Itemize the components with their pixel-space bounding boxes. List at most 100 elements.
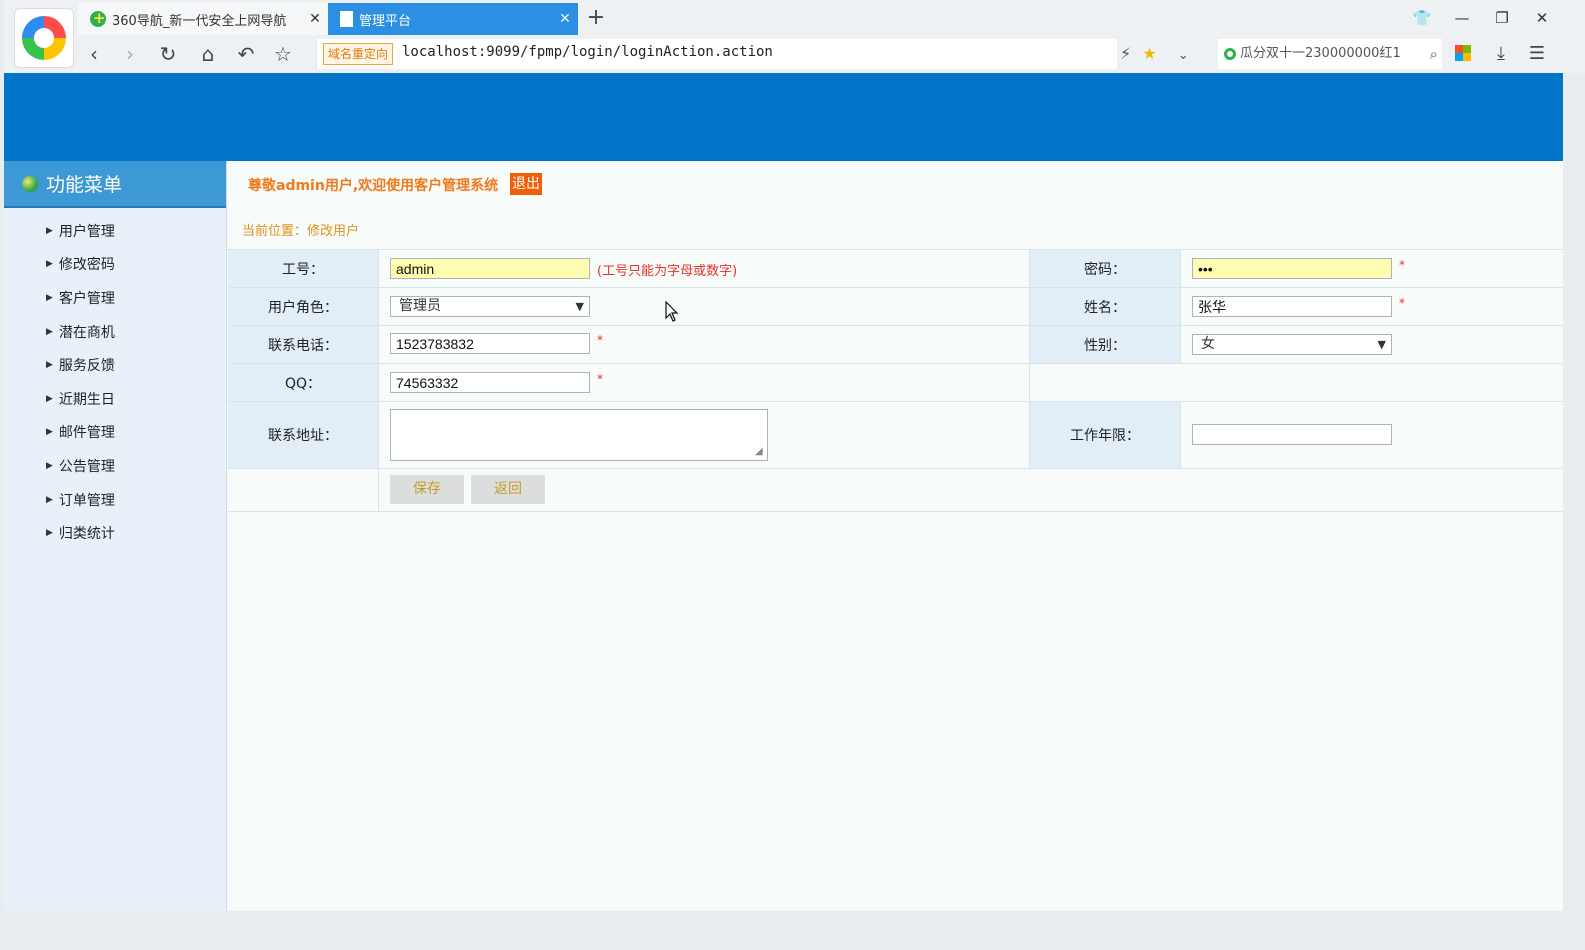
- required-mark: *: [597, 333, 603, 347]
- triangle-right-icon: ▶: [46, 292, 53, 303]
- address-textarea[interactable]: [390, 409, 768, 461]
- address-icons: ⚡ ★ ⌄: [1120, 39, 1189, 69]
- sidebar-item-announcements[interactable]: ▶ 公告管理: [4, 449, 226, 483]
- download-icon[interactable]: ⤓: [1486, 39, 1516, 69]
- password-input[interactable]: [1192, 258, 1392, 279]
- search-icon[interactable]: ⌕: [1430, 39, 1438, 69]
- menu-gem-icon: [22, 175, 38, 192]
- sidebar-item-customer-management[interactable]: ▶ 客户管理: [4, 281, 226, 315]
- address-bar[interactable]: 域名重定向 localhost:9099/fpmp/login/loginAct…: [316, 39, 1117, 69]
- favorite-star-icon[interactable]: ☆: [269, 39, 297, 69]
- sidebar: 功能菜单 ▶ 用户管理 ▶ 修改密码 ▶ 客户管理 ▶ 潜在商机 ▶ 服务反馈 ▶ 近期生日…: [4, 161, 227, 911]
- home-icon[interactable]: ⌂: [194, 39, 222, 69]
- url-text[interactable]: localhost:9099/fpmp/login/loginAction.ac…: [402, 44, 773, 60]
- triangle-right-icon: ▶: [46, 494, 53, 505]
- form-row: QQ： *: [228, 364, 1563, 402]
- required-mark: *: [1399, 258, 1405, 272]
- empty-cell: [1030, 364, 1563, 401]
- sidebar-item-label[interactable]: 客户管理: [59, 288, 115, 308]
- redirect-badge[interactable]: 域名重定向: [323, 43, 394, 65]
- search-box[interactable]: 瓜分双十一230000000红1 ⌕: [1218, 39, 1442, 69]
- skin-shirt-icon[interactable]: 👕: [1407, 6, 1437, 30]
- tab-admin-platform[interactable]: 管理平台 ✕: [328, 3, 578, 35]
- logout-button[interactable]: 退出: [510, 173, 542, 195]
- gender-label: 性别：: [1030, 326, 1181, 363]
- gender-select[interactable]: 女 ▼: [1192, 334, 1392, 355]
- sidebar-item-label[interactable]: 服务反馈: [59, 355, 115, 375]
- apps-icon[interactable]: [1448, 39, 1478, 69]
- tab-close-icon[interactable]: ✕: [552, 11, 578, 27]
- phone-cell: *: [379, 326, 1030, 363]
- lightning-icon[interactable]: ⚡: [1120, 44, 1131, 63]
- sidebar-item-label[interactable]: 公告管理: [59, 456, 115, 476]
- forward-icon[interactable]: ›: [116, 39, 144, 69]
- employee-id-input[interactable]: [390, 258, 590, 279]
- browser-logo-icon[interactable]: [14, 8, 74, 68]
- bookmark-star-icon[interactable]: ★: [1142, 44, 1156, 63]
- sidebar-item-label[interactable]: 邮件管理: [59, 422, 115, 442]
- resize-grip-icon[interactable]: ◢: [755, 446, 763, 457]
- role-select[interactable]: 管理员 ▼: [390, 296, 590, 317]
- sidebar-item-label[interactable]: 用户管理: [59, 221, 115, 241]
- dropdown-arrow-icon: ▼: [1377, 338, 1386, 351]
- gender-selected-value: 女: [1201, 336, 1215, 352]
- required-mark: *: [1399, 296, 1405, 310]
- menu-icon[interactable]: ☰: [1522, 39, 1552, 69]
- sidebar-item-opportunities[interactable]: ▶ 潜在商机: [4, 315, 226, 349]
- phone-input[interactable]: [390, 333, 590, 354]
- sidebar-item-user-management[interactable]: ▶ 用户管理: [4, 214, 226, 248]
- name-input[interactable]: [1192, 296, 1392, 317]
- required-mark: *: [597, 372, 603, 386]
- undo-close-icon[interactable]: ↶: [232, 39, 260, 69]
- sidebar-item-label[interactable]: 修改密码: [59, 254, 115, 274]
- sidebar-header: 功能菜单: [4, 161, 226, 208]
- dropdown-chevron-icon[interactable]: ⌄: [1178, 48, 1189, 63]
- close-window-icon[interactable]: ✕: [1527, 6, 1557, 30]
- empty-cell: [228, 469, 379, 511]
- triangle-right-icon: ▶: [46, 225, 53, 236]
- restore-icon[interactable]: ❐: [1487, 6, 1517, 30]
- role-cell: 管理员 ▼: [379, 288, 1030, 325]
- gender-cell: 女 ▼: [1181, 326, 1563, 363]
- employee-id-label: 工号：: [228, 250, 379, 287]
- form-actions-row: 保存 返回: [228, 469, 1563, 512]
- back-icon[interactable]: ‹: [80, 39, 108, 69]
- sidebar-item-change-password[interactable]: ▶ 修改密码: [4, 248, 226, 282]
- qq-input[interactable]: [390, 372, 590, 393]
- address-cell: ◢: [379, 402, 1030, 468]
- tab-close-icon[interactable]: ✕: [302, 11, 328, 27]
- form-row: 工号： (工号只能为字母或数字) 密码： *: [228, 250, 1563, 288]
- sidebar-item-statistics[interactable]: ▶ 归类统计: [4, 516, 226, 550]
- save-button[interactable]: 保存: [390, 475, 464, 504]
- tab-title: 360导航_新一代安全上网导航: [112, 13, 287, 29]
- back-button[interactable]: 返回: [471, 475, 545, 504]
- browser-chrome: 360导航_新一代安全上网导航 ✕ 管理平台 ✕ + 👕 — ❐ ✕ ‹ › ↻…: [4, 0, 1585, 73]
- sidebar-item-service-feedback[interactable]: ▶ 服务反馈: [4, 348, 226, 382]
- sidebar-item-label[interactable]: 潜在商机: [59, 322, 115, 342]
- triangle-right-icon: ▶: [46, 259, 53, 270]
- 360-favicon-icon: [90, 9, 106, 27]
- sidebar-menu: ▶ 用户管理 ▶ 修改密码 ▶ 客户管理 ▶ 潜在商机 ▶ 服务反馈 ▶ 近期生日 ▶ 邮件管…: [4, 214, 226, 550]
- sidebar-item-label[interactable]: 订单管理: [59, 490, 115, 510]
- main-content: 尊敬admin用户,欢迎使用客户管理系统 退出 当前位置：修改用户 工号： (工…: [227, 161, 1563, 911]
- sidebar-item-label[interactable]: 近期生日: [59, 389, 115, 409]
- phone-label: 联系电话：: [228, 326, 379, 363]
- sidebar-item-mail-management[interactable]: ▶ 邮件管理: [4, 416, 226, 450]
- form-row: 联系地址： ◢ 工作年限：: [228, 402, 1563, 469]
- new-tab-icon[interactable]: +: [582, 4, 610, 32]
- address-label: 联系地址：: [228, 402, 379, 468]
- sidebar-item-orders[interactable]: ▶ 订单管理: [4, 483, 226, 517]
- tab-360-nav[interactable]: 360导航_新一代安全上网导航 ✕: [78, 3, 328, 35]
- sidebar-item-label[interactable]: 归类统计: [59, 523, 115, 543]
- sidebar-title: 功能菜单: [46, 174, 123, 196]
- reload-icon[interactable]: ↻: [154, 39, 182, 69]
- search-suggestion-text: 瓜分双十一230000000红1: [1240, 46, 1401, 61]
- triangle-right-icon: ▶: [46, 360, 53, 371]
- qq-label: QQ：: [228, 364, 379, 401]
- top-banner: [4, 73, 1563, 161]
- form-row: 联系电话： * 性别： 女 ▼: [228, 326, 1563, 364]
- minimize-icon[interactable]: —: [1447, 6, 1477, 30]
- document-favicon-icon: [340, 11, 353, 27]
- sidebar-item-recent-birthdays[interactable]: ▶ 近期生日: [4, 382, 226, 416]
- work-years-input[interactable]: [1192, 424, 1392, 445]
